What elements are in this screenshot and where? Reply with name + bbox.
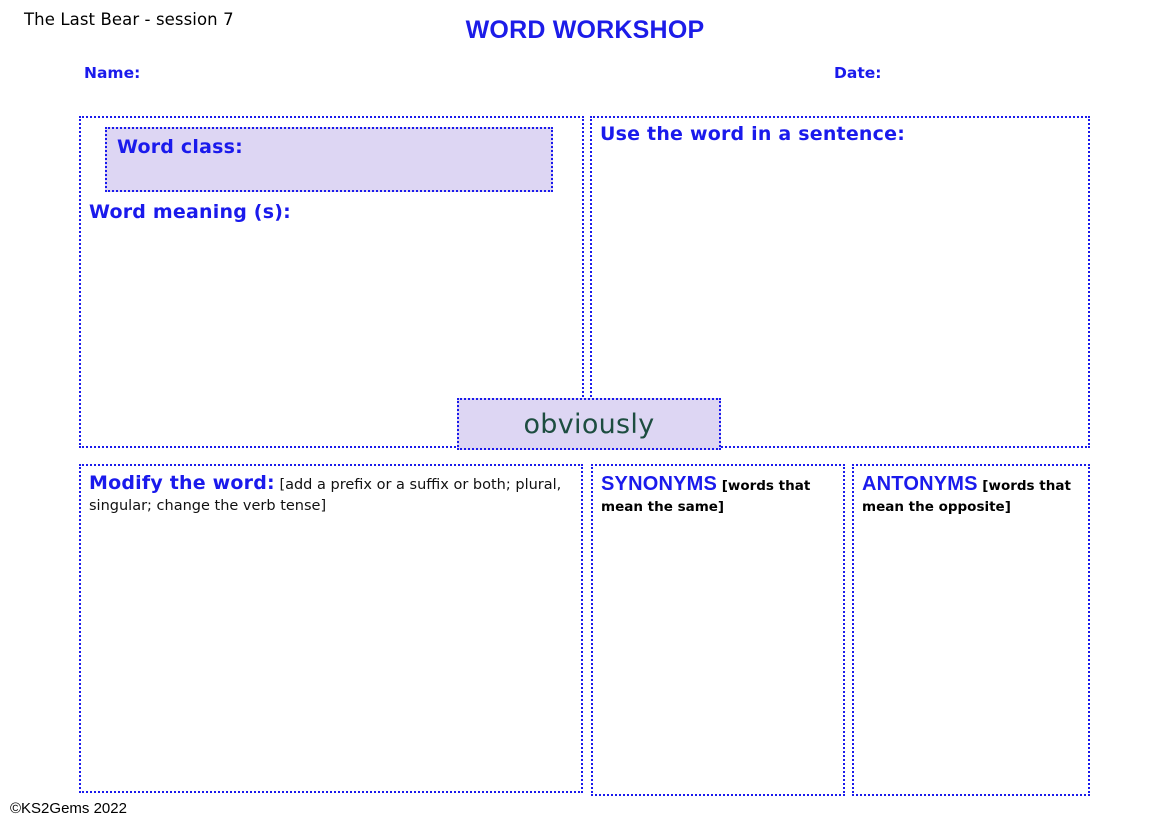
synonyms-heading: SYNONYMS [words that mean the same] bbox=[601, 471, 837, 518]
modify-word-key: Modify the word: bbox=[89, 472, 275, 494]
antonyms-heading: ANTONYMS [words that mean the opposite] bbox=[862, 471, 1082, 518]
date-field-label: Date: bbox=[834, 64, 881, 82]
synonyms-panel[interactable]: SYNONYMS [words that mean the same] bbox=[591, 464, 845, 796]
name-field-label: Name: bbox=[84, 64, 140, 82]
antonyms-key: ANTONYMS bbox=[862, 473, 978, 495]
word-meaning-label: Word meaning (s): bbox=[89, 201, 291, 223]
focus-word-text: obviously bbox=[523, 409, 654, 440]
sentence-label: Use the word in a sentence: bbox=[600, 123, 905, 145]
focus-word-badge: obviously bbox=[457, 398, 721, 450]
word-class-label: Word class: bbox=[117, 136, 243, 158]
modify-word-panel[interactable]: Modify the word: [add a prefix or a suff… bbox=[79, 464, 583, 793]
antonyms-panel[interactable]: ANTONYMS [words that mean the opposite] bbox=[852, 464, 1090, 796]
copyright-notice: ©KS2Gems 2022 bbox=[10, 800, 127, 817]
page-title: WORD WORKSHOP bbox=[0, 16, 1170, 45]
modify-word-heading: Modify the word: [add a prefix or a suff… bbox=[89, 471, 575, 517]
synonyms-key: SYNONYMS bbox=[601, 473, 717, 495]
word-class-box[interactable]: Word class: bbox=[105, 127, 553, 192]
